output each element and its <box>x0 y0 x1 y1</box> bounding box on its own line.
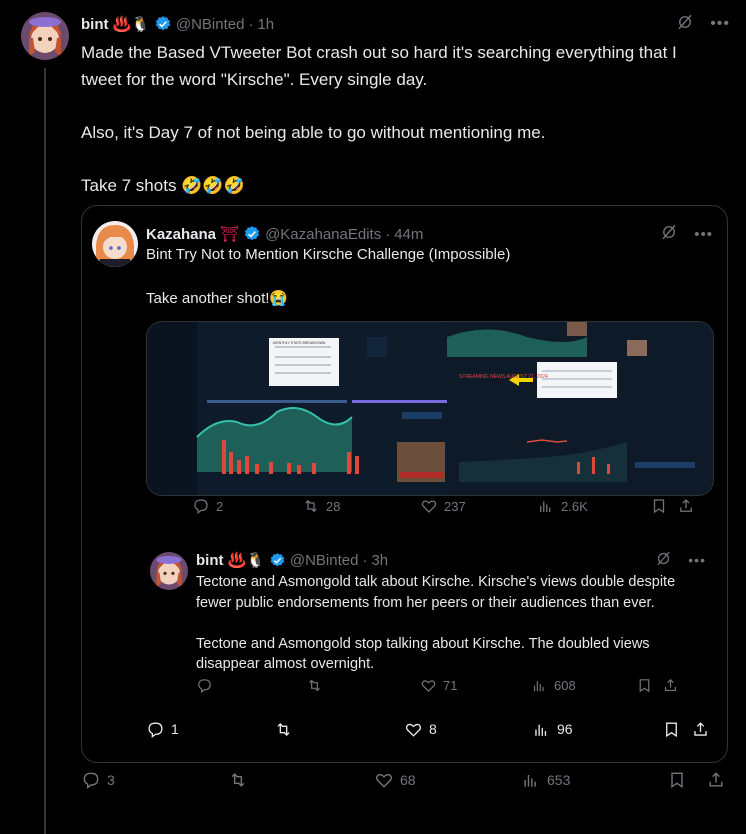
image-streaming-title: STREAMING NEWS AUGUST 21, 2024 <box>459 374 548 380</box>
reply-button[interactable]: 3 <box>81 770 115 790</box>
like-button[interactable]: 237 <box>420 497 466 515</box>
like-count: 71 <box>443 677 458 693</box>
handle[interactable]: @KazahanaEdits <box>265 226 381 243</box>
nested-tweet[interactable]: bint ♨️🐧 @NBinted · 3h ••• Tectone and A… <box>146 539 714 714</box>
view-count: 653 <box>547 772 571 788</box>
separator-dot: · <box>362 551 368 569</box>
like-count: 68 <box>400 772 416 788</box>
display-name[interactable]: bint <box>81 16 109 33</box>
like-button[interactable]: 71 <box>420 677 457 694</box>
retweet-button[interactable] <box>228 770 254 790</box>
view-count: 96 <box>557 721 573 737</box>
view-count: 608 <box>554 677 576 693</box>
reply-button[interactable]: 2 <box>192 497 223 515</box>
timestamp[interactable]: 1h <box>257 16 274 33</box>
avatar[interactable] <box>21 12 69 60</box>
timestamp[interactable]: 3h <box>371 552 388 569</box>
avatar[interactable] <box>92 221 138 267</box>
reply-count: 2 <box>216 498 224 514</box>
like-count: 237 <box>444 498 466 514</box>
quote-header: Kazahana ⛩ @KazahanaEdits · 44m ••• <box>146 224 713 244</box>
name-emojis: ♨️🐧 <box>112 16 150 33</box>
like-button[interactable]: 68 <box>374 770 416 790</box>
retweet-count: 28 <box>326 498 341 514</box>
share-button[interactable] <box>706 770 726 790</box>
verified-badge-icon[interactable] <box>243 225 261 243</box>
separator-dot: · <box>248 15 254 33</box>
like-count: 8 <box>429 721 437 737</box>
views-button[interactable]: 608 <box>531 677 576 694</box>
retweet-button[interactable] <box>306 677 329 694</box>
like-button[interactable]: 8 <box>404 720 437 739</box>
nested-header: bint ♨️🐧 @NBinted · 3h ••• <box>196 550 706 570</box>
verified-badge-icon[interactable] <box>154 15 172 33</box>
bookmark-button[interactable] <box>650 497 668 515</box>
views-button[interactable]: 2.6K <box>537 497 588 515</box>
image-breakdown-title: MONTHLY STATS BREAKDOWN <box>273 341 326 345</box>
share-button[interactable] <box>691 720 710 739</box>
handle[interactable]: @NBinted <box>176 16 245 33</box>
reply-count: 3 <box>107 772 115 788</box>
display-name[interactable]: Kazahana <box>146 226 216 243</box>
tweet-text: Made the Based VTweeter Bot crash out so… <box>81 43 677 195</box>
thread-line <box>44 68 46 834</box>
display-name[interactable]: bint <box>196 552 224 569</box>
retweet-button[interactable]: 28 <box>302 497 340 515</box>
views-button[interactable]: 96 <box>532 720 573 739</box>
grok-icon[interactable] <box>655 550 672 571</box>
avatar[interactable] <box>150 552 188 590</box>
view-count: 2.6K <box>561 498 588 514</box>
name-emojis: ♨️🐧 <box>227 552 265 569</box>
share-button[interactable] <box>677 497 695 515</box>
quote-tweet[interactable]: Kazahana ⛩ @KazahanaEdits · 44m ••• Bint… <box>81 205 728 763</box>
reply-count: 1 <box>171 721 179 737</box>
grok-icon[interactable] <box>660 223 678 245</box>
quote-text: Bint Try Not to Mention Kirsche Challeng… <box>146 246 511 307</box>
bookmark-button[interactable] <box>662 720 681 739</box>
more-options-icon[interactable]: ••• <box>694 226 713 243</box>
separator-dot: · <box>385 225 391 243</box>
share-button[interactable] <box>662 677 679 694</box>
bookmark-button[interactable] <box>636 677 653 694</box>
torii-emoji: ⛩ <box>220 226 240 243</box>
views-button[interactable]: 653 <box>521 770 570 790</box>
more-options-icon[interactable]: ••• <box>710 15 730 33</box>
timestamp[interactable]: 44m <box>394 226 423 243</box>
verified-badge-icon[interactable] <box>269 552 286 569</box>
attached-image[interactable]: STREAMING NEWS AUGUST 21, 2024 MONTHLY S… <box>146 321 714 496</box>
grok-icon[interactable] <box>676 13 694 35</box>
handle[interactable]: @NBinted <box>290 552 359 569</box>
tweet-header: bint ♨️🐧 @NBinted · 1h ••• <box>81 14 730 34</box>
reply-button[interactable]: 1 <box>146 720 179 739</box>
nested-text: Tectone and Asmongold talk about Kirsche… <box>196 574 676 672</box>
retweet-button[interactable] <box>274 720 299 739</box>
more-options-icon[interactable]: ••• <box>688 552 706 568</box>
bookmark-button[interactable] <box>667 770 687 790</box>
reply-button[interactable] <box>196 677 219 694</box>
